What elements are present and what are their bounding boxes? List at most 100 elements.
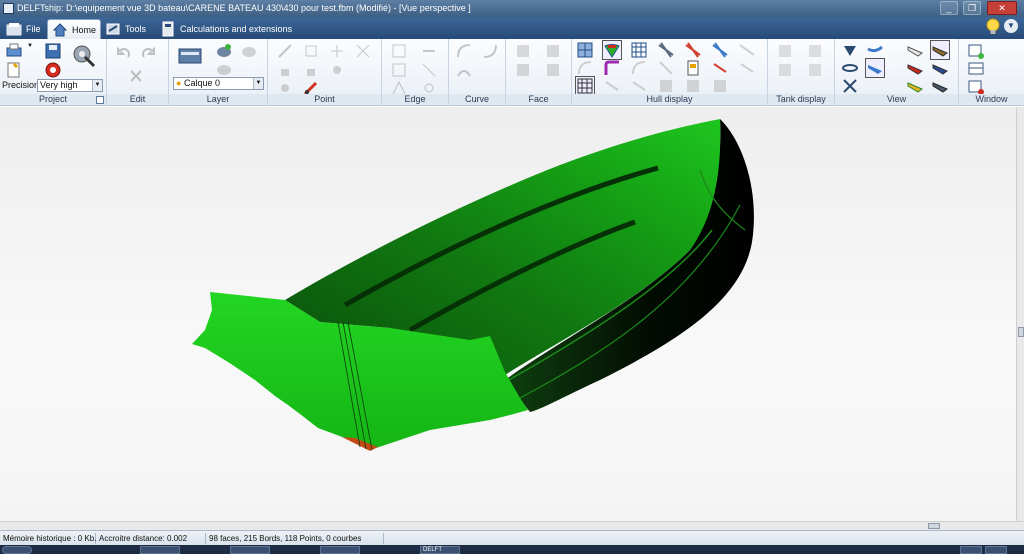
undo-icon[interactable] — [114, 45, 132, 63]
horizontal-scrollbar[interactable] — [0, 521, 1024, 530]
tank-contents-icon[interactable] — [776, 61, 794, 79]
tank-shade-icon[interactable] — [776, 42, 794, 60]
scroll-thumb[interactable] — [1018, 327, 1024, 337]
dropdown-arrow-icon[interactable]: ▼ — [27, 43, 33, 49]
new-curve-icon[interactable] — [455, 42, 473, 60]
zebra-icon[interactable] — [738, 59, 756, 77]
waterlines-icon[interactable] — [711, 41, 729, 59]
view-hull-white-icon[interactable] — [906, 41, 924, 59]
3d-viewport[interactable] — [0, 107, 1016, 521]
view-plan-icon[interactable] — [841, 59, 859, 77]
collapse-point-icon[interactable] — [302, 42, 320, 60]
close-button[interactable]: ✕ — [987, 1, 1017, 15]
stop-icon[interactable] — [44, 61, 62, 79]
grid-icon[interactable] — [575, 76, 595, 96]
tab-home[interactable]: Home — [47, 19, 102, 39]
background-icon[interactable] — [657, 77, 675, 95]
project-dialog-launcher[interactable] — [96, 96, 104, 104]
settings-gear-icon[interactable] — [71, 43, 97, 69]
taskbar-item[interactable] — [140, 546, 180, 554]
unlock-point-icon[interactable] — [302, 61, 320, 79]
tab-tools[interactable]: Tools — [101, 19, 150, 39]
new-face-icon[interactable] — [514, 42, 532, 60]
new-project-icon[interactable] — [5, 61, 23, 79]
vertical-scrollbar[interactable] — [1016, 107, 1024, 521]
mesh-grid-icon[interactable] — [630, 41, 648, 59]
light-icon[interactable] — [684, 77, 702, 95]
lines-icon[interactable] — [603, 77, 621, 95]
tile-windows-icon[interactable] — [967, 60, 985, 78]
group-edit: Edit — [107, 39, 169, 106]
view-hull-multicolor-icon[interactable] — [906, 77, 924, 95]
new-layer-icon[interactable] — [215, 42, 233, 60]
shade-hull-icon[interactable] — [602, 40, 622, 60]
view-hull-gray-icon[interactable] — [931, 77, 949, 95]
add-point-icon[interactable] — [276, 42, 294, 60]
diagonals-icon[interactable] — [738, 41, 756, 59]
tank-labels-icon[interactable] — [806, 61, 824, 79]
status-snap-distance: Accroitre distance: 0.002 — [96, 533, 206, 544]
split-edge-icon[interactable] — [420, 42, 438, 60]
stations-icon[interactable] — [657, 41, 675, 59]
interior-edges-icon[interactable] — [630, 59, 648, 77]
taskbar-item[interactable] — [320, 546, 360, 554]
insert-edge-icon[interactable] — [420, 61, 438, 79]
app-icon[interactable] — [3, 3, 14, 14]
mirror-face-icon[interactable] — [514, 61, 532, 79]
group-label-window: Window — [959, 94, 1024, 105]
hull-model[interactable] — [0, 107, 1016, 521]
buttocks-icon[interactable] — [684, 41, 702, 59]
fair-curve-icon[interactable] — [455, 64, 473, 82]
insert-plane-icon[interactable] — [328, 42, 346, 60]
hull-options-icon[interactable] — [630, 77, 648, 95]
tank-wire-icon[interactable] — [806, 42, 824, 60]
flip-face-icon[interactable] — [544, 42, 562, 60]
precision-select[interactable]: Very high ▼ — [37, 79, 103, 92]
delete-face-icon[interactable] — [544, 61, 562, 79]
file-icon — [6, 23, 22, 36]
redo-icon[interactable] — [140, 45, 158, 63]
flowlines-icon[interactable] — [603, 59, 621, 77]
view-hull-red-icon[interactable] — [906, 59, 924, 77]
taskbar-delftship[interactable]: DELFT — [420, 546, 460, 554]
layer-select[interactable]: ● Calque 0 ▼ — [173, 77, 264, 90]
view-perspective-icon[interactable] — [865, 58, 885, 78]
hydrostatics-icon[interactable] — [684, 59, 702, 77]
tab-file[interactable]: File — [2, 19, 45, 39]
markers-icon[interactable] — [711, 59, 729, 77]
curve-properties-icon[interactable] — [481, 42, 499, 60]
view-hull-brown-icon[interactable] — [930, 40, 950, 60]
lock-point-icon[interactable] — [276, 61, 294, 79]
view-hull-blue-icon[interactable] — [931, 59, 949, 77]
layer-properties-icon[interactable] — [177, 43, 203, 69]
scroll-thumb[interactable] — [928, 523, 940, 529]
tab-calculations[interactable]: Calculations and extensions — [156, 19, 296, 39]
start-button[interactable] — [2, 546, 32, 554]
tab-label: Calculations and extensions — [180, 24, 293, 34]
view-body-plan-icon[interactable] — [841, 41, 859, 59]
printer-icon[interactable] — [5, 42, 23, 60]
control-net-icon[interactable] — [576, 41, 594, 59]
texture-icon[interactable] — [711, 77, 729, 95]
collapse-edge-icon[interactable] — [390, 61, 408, 79]
view-profile-icon[interactable] — [866, 41, 884, 59]
intersect-icon[interactable] — [354, 42, 372, 60]
save-icon[interactable] — [44, 42, 62, 60]
new-window-icon[interactable] — [967, 42, 985, 60]
tray-icon[interactable] — [960, 546, 982, 554]
align-point-icon[interactable] — [328, 61, 346, 79]
delete-icon[interactable] — [127, 67, 145, 85]
help-menu-arrow-icon[interactable]: ▼ — [1004, 19, 1018, 33]
delete-layer-icon[interactable] — [215, 60, 233, 78]
normals-icon[interactable] — [657, 59, 675, 77]
taskbar-item[interactable] — [230, 546, 270, 554]
tray-icon[interactable] — [985, 546, 1007, 554]
curvature-icon[interactable] — [576, 59, 594, 77]
zoom-extents-icon[interactable] — [841, 77, 859, 95]
minimize-button[interactable]: _ — [940, 1, 958, 15]
help-bulb-icon[interactable] — [986, 18, 1000, 36]
restore-button[interactable]: ❐ — [963, 1, 981, 15]
status-model-stats: 98 faces, 215 Bords, 118 Points, 0 courb… — [206, 533, 384, 544]
layer-visibility-icon[interactable] — [240, 42, 258, 60]
extrude-edge-icon[interactable] — [390, 42, 408, 60]
